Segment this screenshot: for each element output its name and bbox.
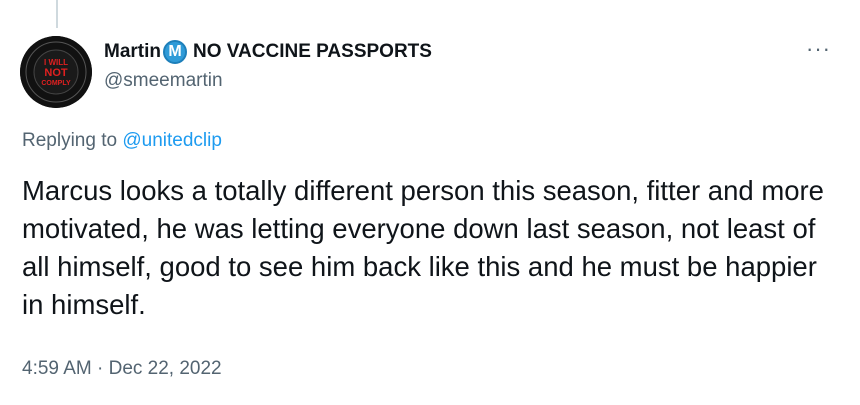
replying-to-label: Replying to (22, 130, 123, 151)
avatar[interactable]: I WILL NOT COMPLY (20, 36, 92, 108)
avatar-line-2: NOT (44, 67, 68, 79)
name-suffix: NO VACCINE PASSPORTS (193, 41, 432, 62)
tweet-text: Marcus looks a totally different person … (22, 175, 824, 320)
thread-connector-line (56, 0, 58, 28)
tweet-timestamp[interactable]: 4:59 AM · Dec 22, 2022 (22, 358, 222, 380)
author-handle[interactable]: @smeemartin (104, 70, 223, 92)
replying-to-line: Replying to @unitedclip (22, 130, 222, 152)
display-name[interactable]: Martin (104, 41, 161, 63)
m-badge-icon: M (163, 40, 187, 64)
replying-to-link[interactable]: @unitedclip (122, 130, 222, 151)
author-name-row[interactable]: Martin M NO VACCINE PASSPORTS (104, 40, 432, 64)
i-will-not-comply-badge-icon: I WILL NOT COMPLY (20, 36, 92, 108)
avatar-line-3: COMPLY (41, 80, 71, 87)
more-options-icon[interactable]: ··· (806, 38, 831, 60)
avatar-line-1: I WILL (44, 58, 68, 67)
